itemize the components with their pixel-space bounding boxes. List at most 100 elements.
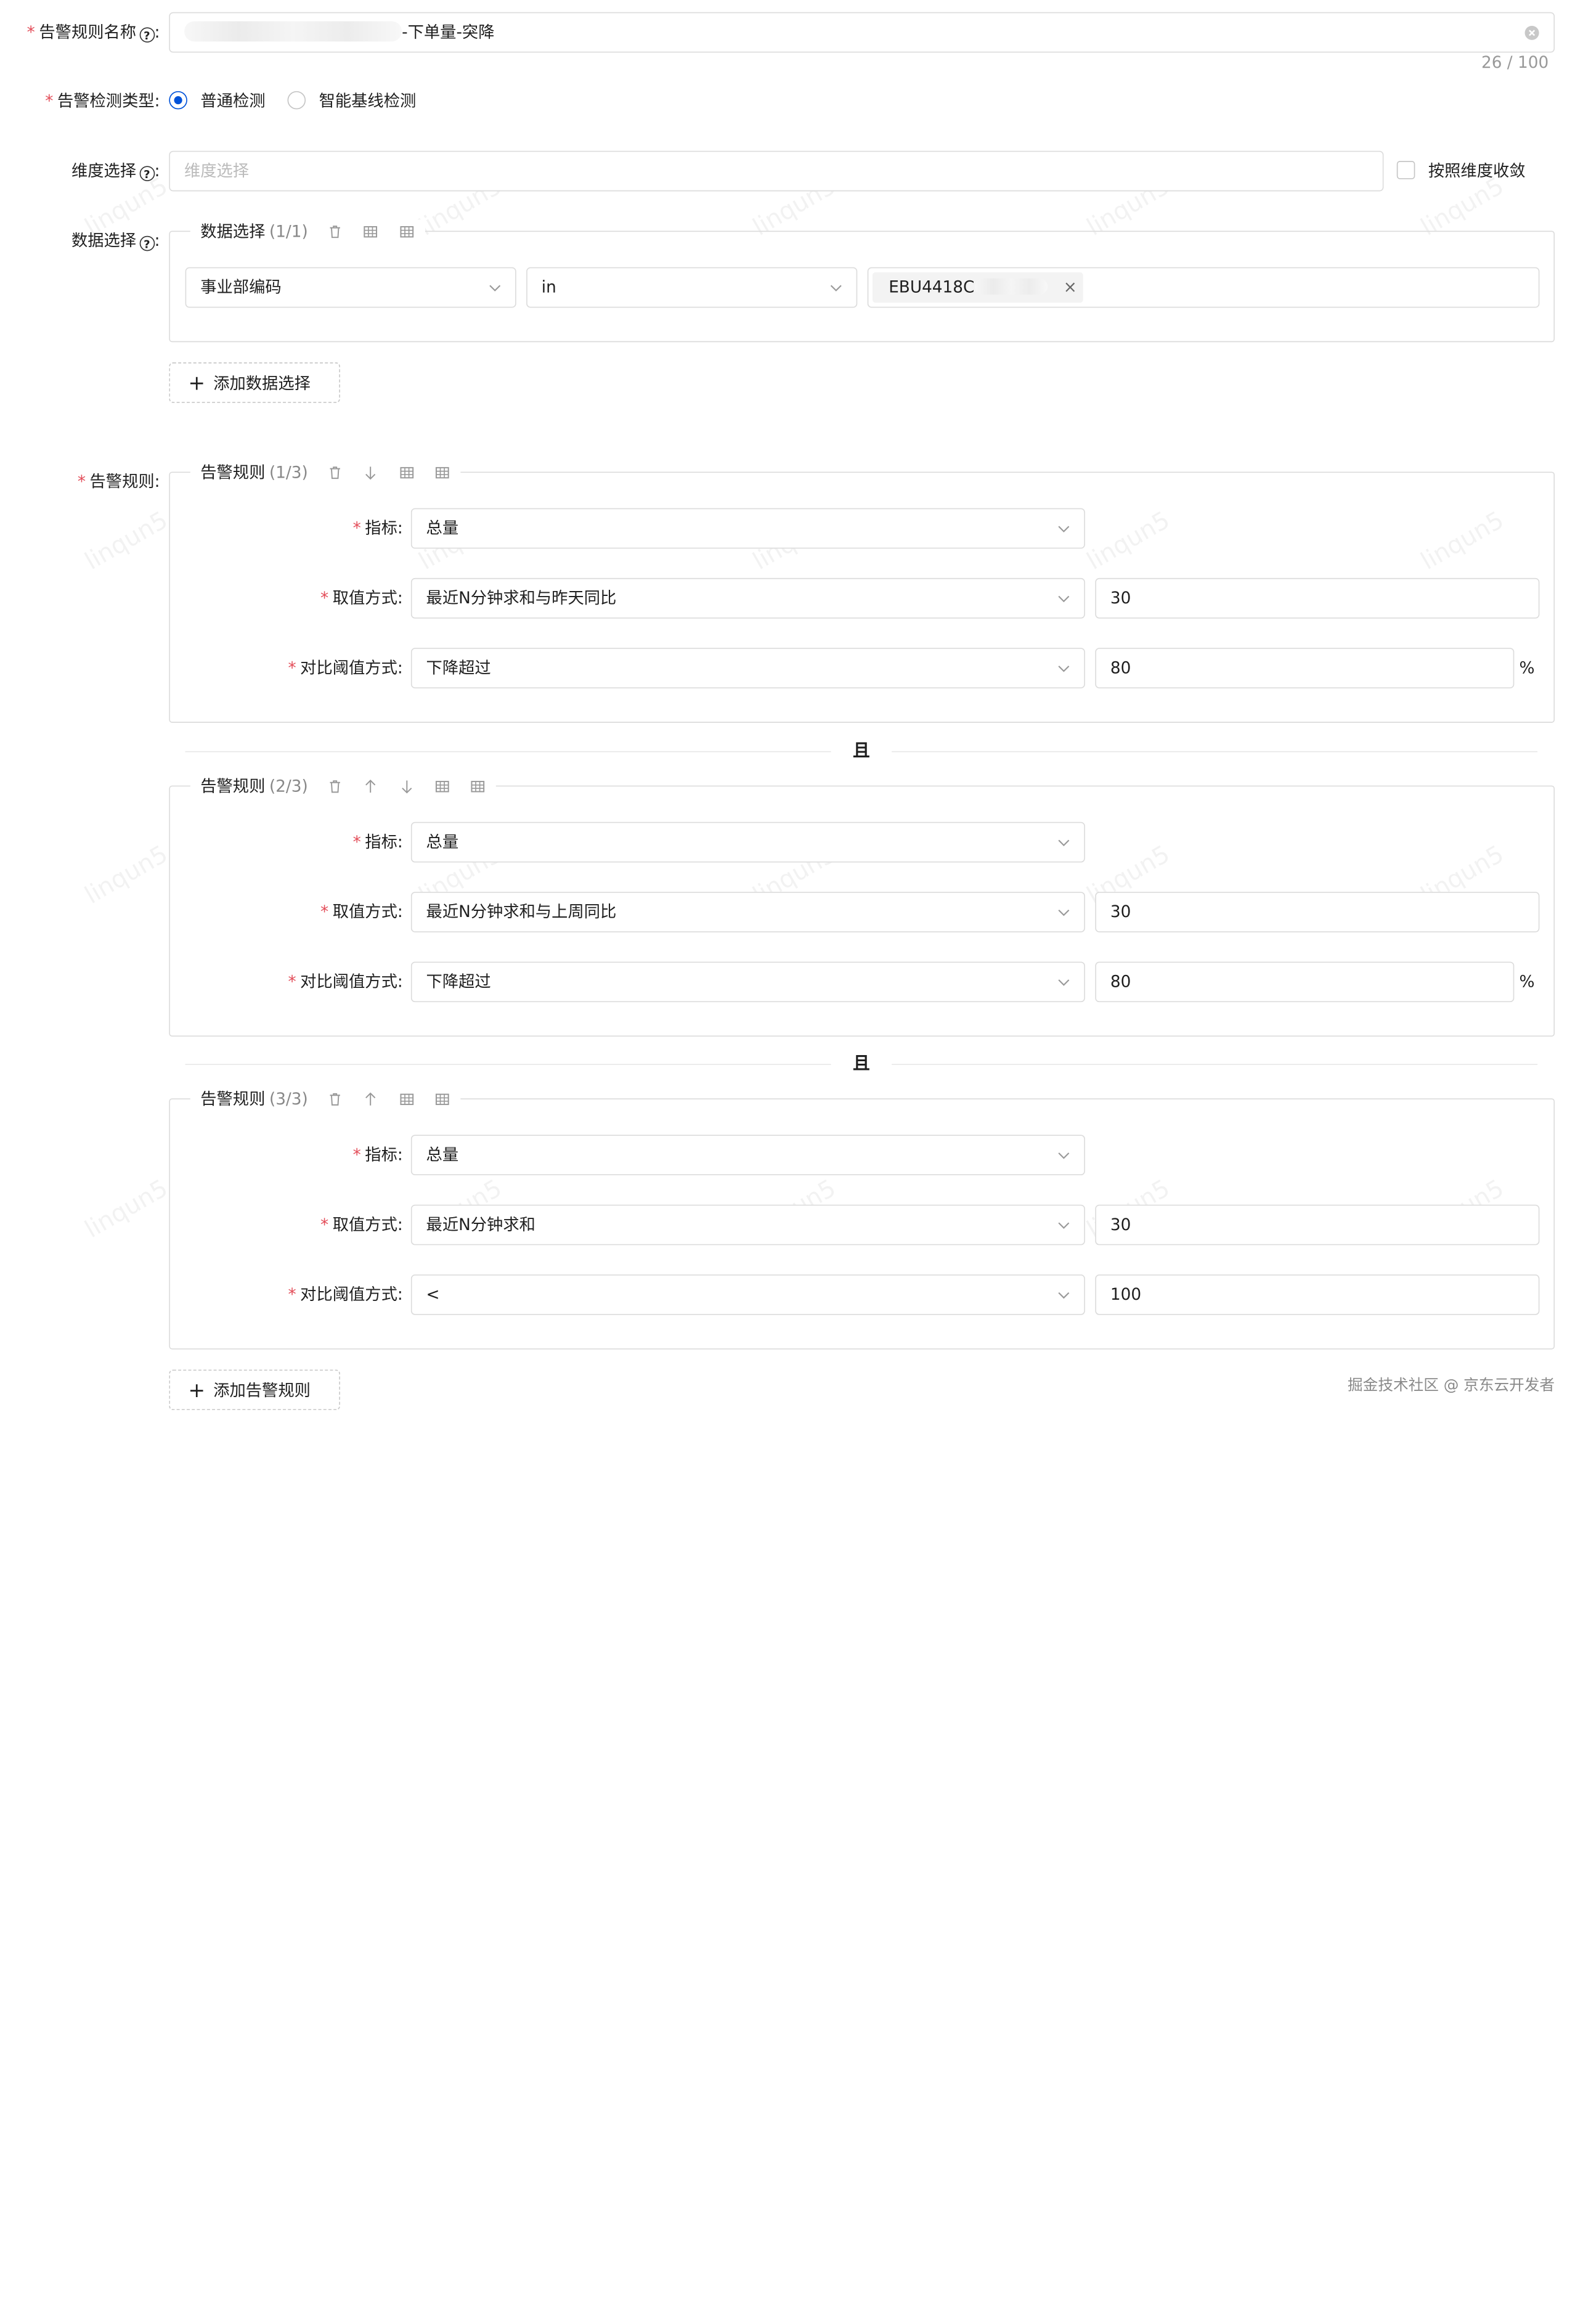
table-icon[interactable] [398, 224, 414, 240]
group-title: 告警规则 [200, 776, 266, 796]
threshold-value-input[interactable]: 80 [1095, 648, 1515, 688]
dimension-select[interactable]: 维度选择 [169, 150, 1384, 192]
and-connector: 且 [852, 1053, 870, 1074]
group-count: (3/3) [269, 1089, 308, 1109]
add-alert-rule-button[interactable]: + 添加告警规则 [169, 1369, 340, 1411]
converge-checkbox[interactable]: 按照维度收敛 [1396, 159, 1526, 183]
dimension-label-text: 维度选择 [71, 161, 137, 181]
metric-select[interactable]: 总量 [410, 822, 1085, 863]
rule-name-input[interactable]: -下单量-突降 [169, 12, 1555, 53]
help-icon[interactable]: ? [139, 27, 155, 43]
data-operator-select[interactable]: in [526, 267, 858, 308]
value-mode-select[interactable]: 最近N分钟求和与昨天同比 [410, 577, 1085, 619]
radio-baseline-detect[interactable]: 智能基线检测 [287, 89, 416, 113]
group-count: (1/3) [269, 462, 308, 482]
rule-name-label-text: 告警规则名称 [39, 22, 137, 42]
threshold-mode-select[interactable]: 下降超过 [410, 648, 1085, 688]
value-mode-select[interactable]: 最近N分钟求和 [410, 1204, 1085, 1246]
threshold-mode-select[interactable]: < [410, 1274, 1085, 1315]
dimension-placeholder: 维度选择 [184, 161, 250, 181]
arrow-down-icon[interactable] [363, 465, 379, 481]
data-field-value: 事业部编码 [200, 277, 282, 297]
chevron-down-icon [489, 285, 501, 292]
threshold-mode-select[interactable]: 下降超过 [410, 961, 1085, 1003]
help-icon[interactable]: ? [139, 166, 155, 182]
watermark-mark: linqun5 [79, 1173, 173, 1244]
group-count: (1/1) [269, 221, 308, 241]
converge-label: 按照维度收敛 [1428, 161, 1526, 181]
copy-table-icon[interactable] [363, 224, 379, 240]
alert-rule-group-3: 告警规则 (3/3) * 指标: 总量 * 取值方式: 最近N分钟求和 30 * 对比阈… [169, 1087, 1555, 1350]
metric-value: 总量 [426, 518, 459, 538]
value-n-value: 30 [1110, 588, 1131, 608]
radio-label: 普通检测 [200, 91, 266, 111]
copy-table-icon[interactable] [398, 465, 414, 481]
required-mark: * [288, 1284, 296, 1304]
data-value-multiselect[interactable]: EBU4418C × [867, 267, 1540, 308]
value-mode-value: 最近N分钟求和 [426, 1215, 535, 1234]
help-icon[interactable]: ? [139, 235, 155, 251]
data-operator-value: in [541, 277, 556, 297]
add-data-select-button[interactable]: + 添加数据选择 [169, 362, 340, 403]
value-n-input[interactable]: 30 [1095, 1204, 1540, 1246]
detect-type-label-text: 告警检测类型 [57, 91, 155, 111]
value-mode-value: 最近N分钟求和与上周同比 [426, 902, 617, 921]
value-tag-text: EBU4418C [889, 277, 975, 297]
table-icon[interactable] [434, 465, 450, 481]
radio-normal-detect[interactable]: 普通检测 [169, 89, 266, 113]
tag-close-icon[interactable]: × [1064, 272, 1077, 303]
threshold-value: 80 [1110, 971, 1131, 992]
plus-icon: + [188, 1377, 206, 1403]
required-mark: * [352, 518, 361, 538]
copy-table-icon[interactable] [434, 778, 450, 794]
and-connector: 且 [852, 741, 870, 762]
copy-table-icon[interactable] [398, 1091, 414, 1107]
metric-label: * 指标: [352, 832, 403, 852]
alert-rule-header: 告警规则 (3/3) [190, 1087, 460, 1112]
connector-divider-left [185, 751, 831, 752]
required-mark: * [352, 832, 361, 852]
table-icon[interactable] [434, 1091, 450, 1107]
value-mode-select[interactable]: 最近N分钟求和与上周同比 [410, 892, 1085, 932]
delete-icon[interactable] [327, 465, 343, 481]
threshold-value-input[interactable]: 80 [1095, 961, 1515, 1003]
value-n-input[interactable]: 30 [1095, 892, 1540, 932]
arrow-up-icon[interactable] [363, 1091, 379, 1107]
arrow-up-icon[interactable] [363, 778, 379, 794]
value-mode-label: * 取值方式: [320, 1215, 403, 1234]
value-n-input[interactable]: 30 [1095, 577, 1540, 619]
connector-divider-right [892, 1064, 1538, 1066]
delete-icon[interactable] [327, 224, 343, 240]
value-mode-value: 最近N分钟求和与昨天同比 [426, 588, 617, 608]
clear-icon[interactable] [1524, 25, 1540, 41]
delete-icon[interactable] [327, 778, 343, 794]
threshold-mode-label: * 对比阈值方式: [288, 1284, 403, 1304]
value-mode-label-text: 取值方式 [332, 1215, 397, 1234]
char-count: 26 / 100 [1481, 52, 1549, 72]
data-field-select[interactable]: 事业部编码 [185, 267, 516, 308]
radio-button[interactable] [287, 91, 306, 110]
alert-rule-group-1: 告警规则 (1/3) * 指标: 总量 * 取值方式: 最近N分钟求和与昨天同比 30… [169, 460, 1555, 723]
rule-name-label: * 告警规则名称?: [26, 22, 160, 43]
checkbox[interactable] [1396, 161, 1415, 179]
table-icon[interactable] [470, 778, 486, 794]
arrow-down-icon[interactable] [398, 778, 414, 794]
group-count: (2/3) [269, 776, 308, 796]
alert-rule-header: 告警规则 (1/3) [190, 460, 460, 485]
value-mode-label-text: 取值方式 [332, 902, 397, 921]
metric-value: 总量 [426, 832, 459, 852]
metric-select[interactable]: 总量 [410, 508, 1085, 549]
threshold-value: 100 [1110, 1284, 1142, 1304]
metric-select[interactable]: 总量 [410, 1135, 1085, 1176]
alert-rule-group-2: 告警规则 (2/3) * 指标: 总量 * 取值方式: 最近N分钟求和与上周同比 30… [169, 774, 1555, 1037]
threshold-mode-value: 下降超过 [426, 658, 491, 677]
plus-icon: + [188, 370, 206, 395]
percent-unit: % [1519, 971, 1535, 992]
chevron-down-icon [1058, 909, 1070, 916]
group-title: 告警规则 [200, 462, 266, 482]
delete-icon[interactable] [327, 1091, 343, 1107]
threshold-value-input[interactable]: 100 [1095, 1274, 1540, 1315]
chevron-down-icon [1058, 1292, 1070, 1299]
chevron-down-icon [830, 285, 842, 292]
radio-button-selected[interactable] [169, 91, 187, 110]
